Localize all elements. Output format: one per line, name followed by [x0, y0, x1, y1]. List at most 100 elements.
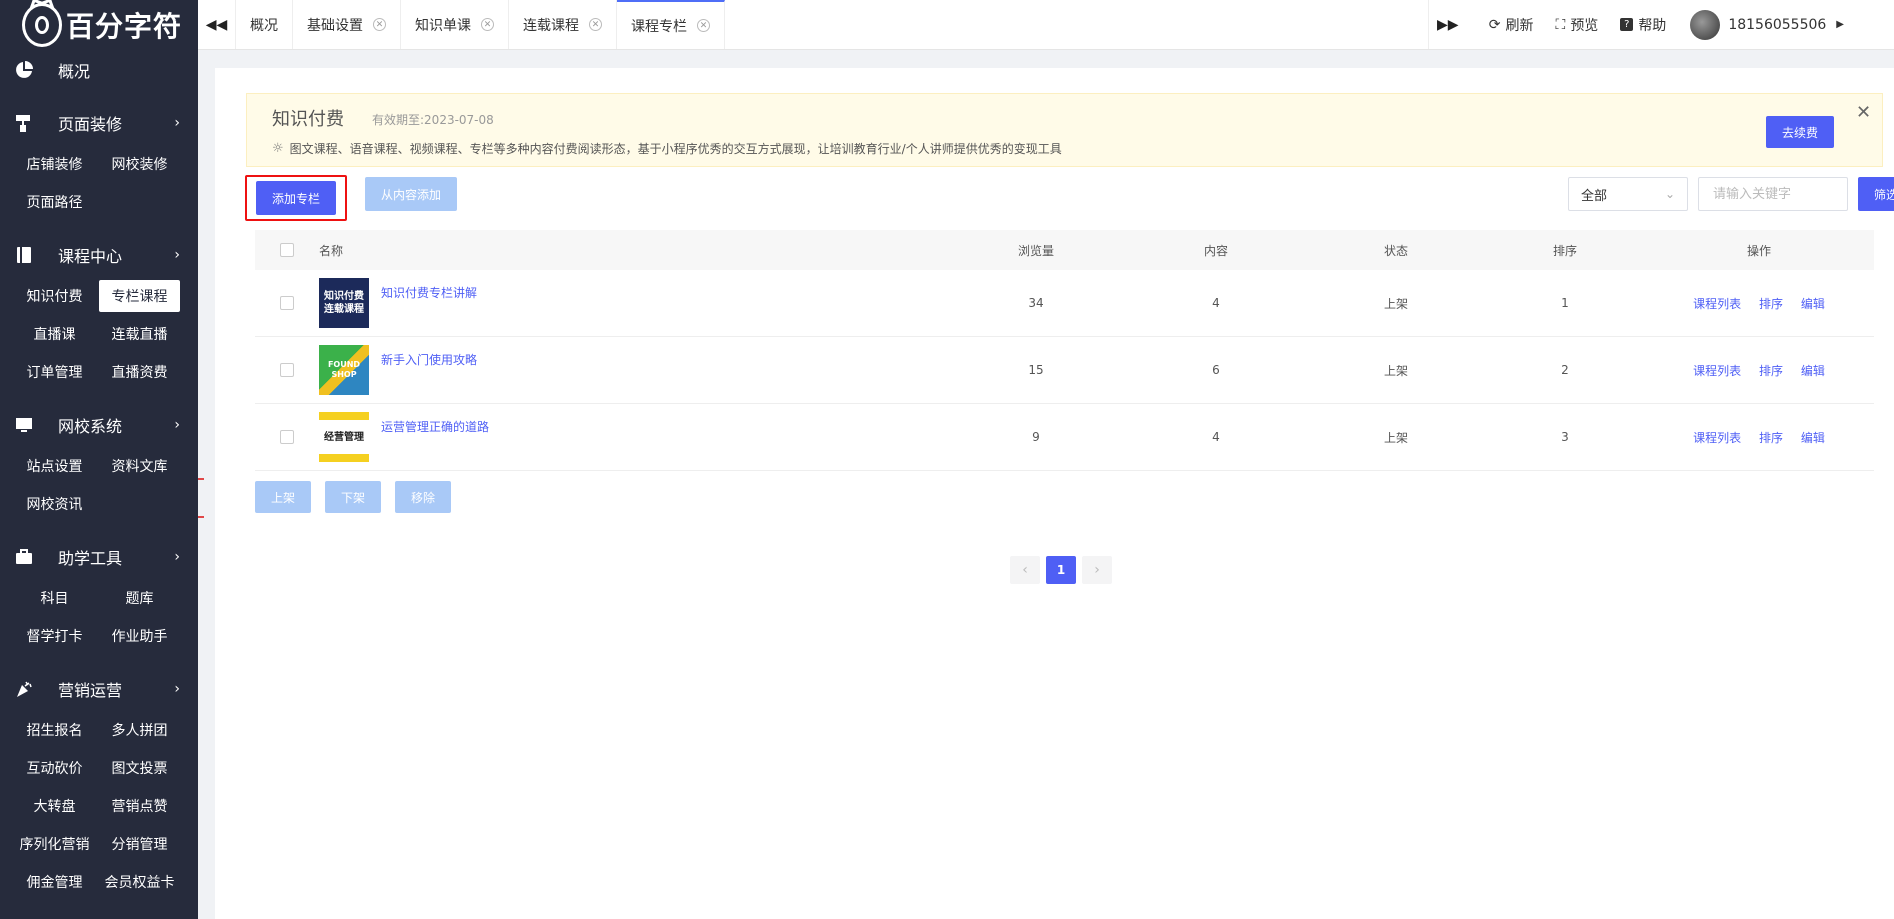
- sidebar-item-serial-live[interactable]: 连载直播: [97, 318, 182, 350]
- pie-chart-icon: [14, 60, 34, 80]
- search-input[interactable]: [1698, 177, 1848, 211]
- refresh-button[interactable]: ⟳ 刷新: [1489, 15, 1534, 35]
- row-checkbox[interactable]: [280, 296, 294, 310]
- nav-group-overview[interactable]: 概况: [0, 50, 198, 90]
- course-thumbnail[interactable]: FOUND SHOP: [319, 345, 369, 395]
- course-list-link[interactable]: 课程列表: [1693, 297, 1741, 311]
- tab-serial-course[interactable]: 连载课程 ✕: [509, 0, 617, 49]
- sidebar-item-bargain[interactable]: 互动砍价: [12, 752, 97, 784]
- bulk-publish-button[interactable]: 上架: [255, 481, 311, 513]
- sidebar-item-order-management[interactable]: 订单管理: [12, 356, 97, 388]
- sidebar-item-page-path[interactable]: 页面路径: [12, 186, 97, 218]
- add-from-content-button[interactable]: 从内容添加: [365, 177, 457, 211]
- sidebar-item-lucky-wheel[interactable]: 大转盘: [12, 790, 97, 822]
- add-column-button[interactable]: 添加专栏: [256, 181, 336, 215]
- banner-description: ☼ 图文课程、语音课程、视频课程、专栏等多种内容付费阅读形态，基于小程序优秀的交…: [272, 141, 1062, 156]
- filter-button[interactable]: 筛选: [1858, 177, 1894, 211]
- course-thumbnail[interactable]: 经营管理: [319, 412, 369, 462]
- close-icon[interactable]: ✕: [373, 18, 386, 31]
- tab-bar: 概况 基础设置 ✕ 知识单课 ✕ 连载课程 ✕ 课程专栏 ✕: [236, 0, 725, 49]
- paint-roller-icon: [14, 113, 34, 133]
- table-row: FOUND SHOP 新手入门使用攻略 15 6 上架 2 课程列表 排序 编辑: [255, 337, 1874, 404]
- sidebar-item-school-decoration[interactable]: 网校装修: [97, 148, 182, 180]
- nav-group-page-decoration[interactable]: 页面装修 ›: [0, 98, 198, 148]
- preview-button[interactable]: ⛶ 预览: [1556, 15, 1599, 35]
- edit-link[interactable]: 编辑: [1801, 297, 1825, 311]
- scroll-right-icon[interactable]: ▶▶: [1429, 17, 1467, 33]
- monitor-icon: [14, 415, 34, 435]
- close-icon[interactable]: ✕: [481, 18, 494, 31]
- help-icon: ?: [1620, 18, 1634, 31]
- column-table: 名称 浏览量 内容 状态 排序 操作 知识付费 连载课程 知识付费专栏讲解 34…: [255, 230, 1874, 471]
- sort-link[interactable]: 排序: [1759, 364, 1783, 378]
- tab-overview[interactable]: 概况: [236, 0, 293, 49]
- sidebar-item-homework-assistant[interactable]: 作业助手: [97, 620, 182, 652]
- next-page-button[interactable]: ›: [1082, 556, 1112, 584]
- sidebar-item-live-fee[interactable]: 直播资费: [97, 356, 182, 388]
- close-icon[interactable]: ✕: [697, 19, 710, 32]
- course-name-link[interactable]: 知识付费专栏讲解: [381, 284, 477, 301]
- nav-group-marketing[interactable]: 营销运营 ›: [0, 664, 198, 714]
- help-button[interactable]: ? 帮助: [1620, 15, 1666, 35]
- sort-link[interactable]: 排序: [1759, 431, 1783, 445]
- tab-basic-settings[interactable]: 基础设置 ✕: [293, 0, 401, 49]
- close-icon[interactable]: ✕: [1856, 102, 1871, 123]
- bulk-actions: 上架 下架 移除: [255, 481, 465, 513]
- sidebar-item-commission[interactable]: 佣金管理: [12, 866, 97, 898]
- book-icon: [14, 245, 34, 265]
- chevron-right-icon: ›: [174, 681, 180, 697]
- sidebar-item-shop-decoration[interactable]: 店铺装修: [12, 148, 97, 180]
- sidebar-item-enrollment[interactable]: 招生报名: [12, 714, 97, 746]
- course-name-link[interactable]: 运营管理正确的道路: [381, 418, 489, 435]
- sidebar-item-school-news[interactable]: 网校资讯: [12, 488, 97, 520]
- tab-course-column[interactable]: 课程专栏 ✕: [617, 0, 725, 49]
- sidebar-item-column-course[interactable]: 专栏课程: [99, 280, 180, 312]
- nav-group-study-tools[interactable]: 助学工具 ›: [0, 532, 198, 582]
- nav-group-school-system[interactable]: 网校系统 ›: [0, 400, 198, 450]
- sidebar-item-marketing-like[interactable]: 营销点赞: [97, 790, 182, 822]
- status-select[interactable]: 全部 ⌄: [1568, 177, 1688, 211]
- sidebar-item-document-library[interactable]: 资料文库: [97, 450, 182, 482]
- prev-page-button[interactable]: ‹: [1010, 556, 1040, 584]
- course-list-link[interactable]: 课程列表: [1693, 364, 1741, 378]
- briefcase-icon: [14, 547, 34, 567]
- logo[interactable]: 百分字符: [0, 0, 198, 50]
- sidebar-item-distribution[interactable]: 分销管理: [97, 828, 182, 860]
- sidebar-item-group-buy[interactable]: 多人拼团: [97, 714, 182, 746]
- course-list-link[interactable]: 课程列表: [1693, 431, 1741, 445]
- bulk-remove-button[interactable]: 移除: [395, 481, 451, 513]
- bulk-unpublish-button[interactable]: 下架: [325, 481, 381, 513]
- sidebar-item-live-course[interactable]: 直播课: [12, 318, 97, 350]
- sidebar-item-member-card[interactable]: 会员权益卡: [97, 866, 182, 898]
- sidebar-item-knowledge-pay[interactable]: 知识付费: [12, 280, 97, 312]
- top-bar: ◀◀ 概况 基础设置 ✕ 知识单课 ✕ 连载课程 ✕ 课程专栏 ✕ ▶▶ ⟳ 刷…: [198, 0, 1894, 50]
- user-menu[interactable]: 18156055506 ▶: [1690, 9, 1844, 40]
- row-checkbox[interactable]: [280, 430, 294, 444]
- close-icon[interactable]: ✕: [589, 18, 602, 31]
- select-all-checkbox[interactable]: [280, 243, 294, 257]
- preview-icon: ⛶: [1555, 16, 1566, 33]
- refresh-icon: ⟳: [1488, 16, 1501, 33]
- row-checkbox[interactable]: [280, 363, 294, 377]
- user-name: 18156055506: [1728, 16, 1827, 33]
- tab-knowledge-single[interactable]: 知识单课 ✕: [401, 0, 509, 49]
- sort-link[interactable]: 排序: [1759, 297, 1783, 311]
- course-name-link[interactable]: 新手入门使用攻略: [381, 351, 477, 368]
- sidebar-item-study-checkin[interactable]: 督学打卡: [12, 620, 97, 652]
- highlight-box: 添加专栏: [245, 175, 347, 221]
- scroll-left-icon[interactable]: ◀◀: [198, 0, 236, 49]
- sidebar-item-serial-marketing[interactable]: 序列化营销: [12, 828, 97, 860]
- page-button[interactable]: 1: [1046, 556, 1076, 584]
- sidebar-item-vote[interactable]: 图文投票: [97, 752, 182, 784]
- banner-title: 知识付费: [272, 109, 344, 130]
- sidebar-item-subject[interactable]: 科目: [12, 582, 97, 614]
- edit-link[interactable]: 编辑: [1801, 364, 1825, 378]
- course-thumbnail[interactable]: 知识付费 连载课程: [319, 278, 369, 328]
- sidebar-item-site-settings[interactable]: 站点设置: [12, 450, 97, 482]
- renew-button[interactable]: 去续费: [1766, 116, 1834, 148]
- chevron-down-icon: ⌄: [1664, 187, 1675, 201]
- edit-link[interactable]: 编辑: [1801, 431, 1825, 445]
- nav-group-course-center[interactable]: 课程中心 ›: [0, 230, 198, 280]
- sidebar: 百分字符 概况 页面装修 › 店铺装修 网校装修 页面路径 课程中心 › 知识付…: [0, 0, 198, 919]
- sidebar-item-question-bank[interactable]: 题库: [97, 582, 182, 614]
